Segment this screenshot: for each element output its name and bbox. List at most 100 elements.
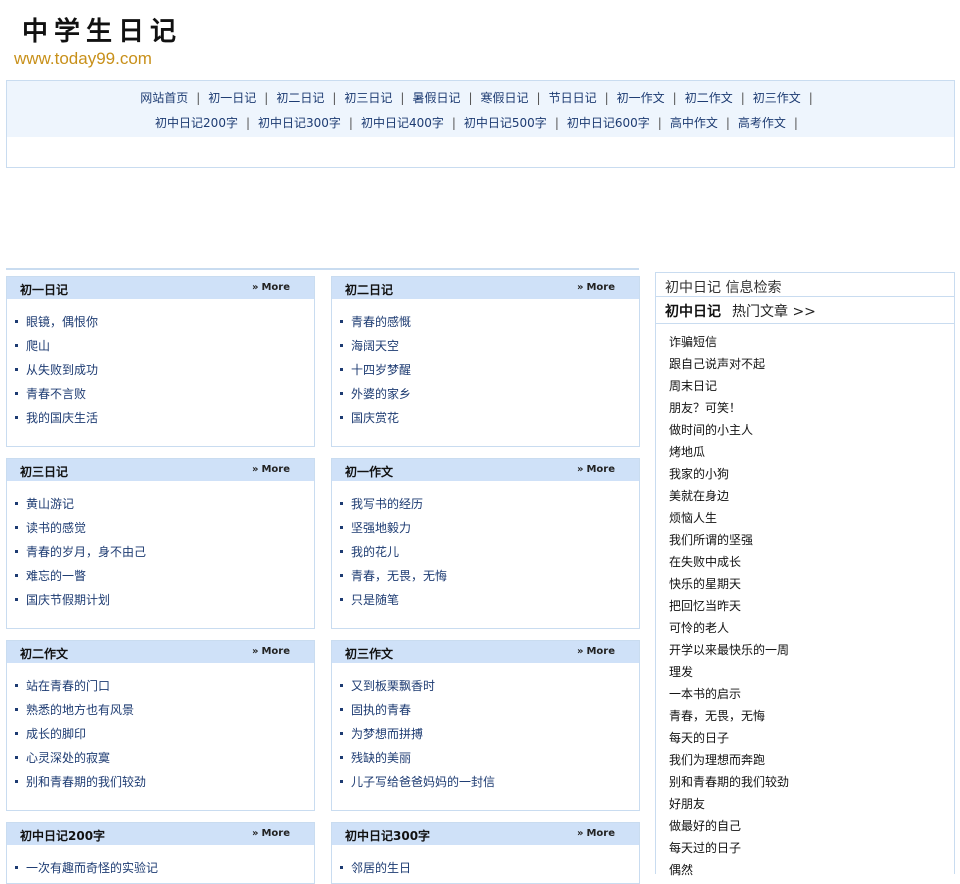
hot-article-link[interactable]: 我家的小狗 — [669, 467, 729, 481]
nav-link[interactable]: 初中日记200字 — [155, 116, 238, 130]
nav-link[interactable]: 初二日记 — [276, 91, 324, 105]
article-link[interactable]: 从失败到成功 — [26, 363, 98, 377]
hot-article-link[interactable]: 朋友？可笑！ — [669, 401, 741, 415]
article-link[interactable]: 别和青春期的我们较劲 — [26, 775, 146, 789]
more-link[interactable]: » More — [252, 282, 290, 293]
bullet-icon — [340, 708, 343, 711]
hot-article-link[interactable]: 跟自己说声对不起 — [669, 357, 765, 371]
nav-link[interactable]: 初一日记 — [208, 91, 256, 105]
article-link[interactable]: 青春不言败 — [26, 387, 86, 401]
article-link[interactable]: 青春，无畏，无悔 — [351, 569, 447, 583]
article-link[interactable]: 站在青春的门口 — [26, 679, 110, 693]
hot-article-link[interactable]: 每天的日子 — [669, 731, 729, 745]
section-title[interactable]: 初二日记 — [345, 281, 393, 298]
bullet-icon — [15, 416, 18, 419]
article-link[interactable]: 又到板栗飘香时 — [351, 679, 435, 693]
article-link[interactable]: 残缺的美丽 — [351, 751, 411, 765]
article-link[interactable]: 读书的感觉 — [26, 521, 86, 535]
article-link[interactable]: 青春的感慨 — [351, 315, 411, 329]
nav-link[interactable]: 初二作文 — [685, 91, 733, 105]
article-link[interactable]: 心灵深处的寂寞 — [26, 751, 110, 765]
hot-article-link[interactable]: 周末日记 — [669, 379, 717, 393]
more-link[interactable]: » More — [252, 828, 290, 839]
sidebar-list-item: 青春，无畏，无悔 — [669, 705, 954, 727]
nav-link[interactable]: 暑假日记 — [412, 91, 460, 105]
article-link[interactable]: 我的国庆生活 — [26, 411, 98, 425]
sidebar-list-item: 可怜的老人 — [669, 617, 954, 639]
nav-link[interactable]: 初中日记300字 — [258, 116, 341, 130]
article-link[interactable]: 国庆赏花 — [351, 411, 399, 425]
hot-article-link[interactable]: 诈骗短信 — [669, 335, 717, 349]
nav-link[interactable]: 初三日记 — [344, 91, 392, 105]
more-link[interactable]: » More — [577, 646, 615, 657]
more-link[interactable]: » More — [577, 282, 615, 293]
article-link[interactable]: 眼镜，偶恨你 — [26, 315, 98, 329]
article-link[interactable]: 海阔天空 — [351, 339, 399, 353]
article-link[interactable]: 黄山游记 — [26, 497, 74, 511]
article-link[interactable]: 为梦想而拼搏 — [351, 727, 423, 741]
nav-link[interactable]: 初中日记500字 — [464, 116, 547, 130]
bullet-icon — [340, 780, 343, 783]
site-logo[interactable]: 中学生日记 www.today99.com — [14, 14, 214, 70]
hot-article-link[interactable]: 可怜的老人 — [669, 621, 729, 635]
sidebar-hot-more[interactable]: 热门文章 >> — [732, 301, 816, 321]
article-link[interactable]: 青春的岁月，身不由己 — [26, 545, 146, 559]
nav-link[interactable]: 高考作文 — [738, 116, 786, 130]
hot-article-link[interactable]: 偶然 — [669, 863, 693, 877]
more-link[interactable]: » More — [577, 464, 615, 475]
article-link[interactable]: 十四岁梦醒 — [351, 363, 411, 377]
article-link[interactable]: 只是随笔 — [351, 593, 399, 607]
article-link[interactable]: 外婆的家乡 — [351, 387, 411, 401]
article-link[interactable]: 儿子写给爸爸妈妈的一封信 — [351, 775, 495, 789]
section-title[interactable]: 初三日记 — [20, 463, 68, 480]
article-link[interactable]: 难忘的一瞥 — [26, 569, 86, 583]
hot-article-link[interactable]: 别和青春期的我们较劲 — [669, 775, 789, 789]
nav-link[interactable]: 初三作文 — [753, 91, 801, 105]
article-link[interactable]: 成长的脚印 — [26, 727, 86, 741]
section-title[interactable]: 初二作文 — [20, 645, 68, 662]
article-link[interactable]: 国庆节假期计划 — [26, 593, 110, 607]
hot-article-link[interactable]: 理发 — [669, 665, 693, 679]
article-link[interactable]: 爬山 — [26, 339, 50, 353]
section-title[interactable]: 初一日记 — [20, 281, 68, 298]
bullet-icon — [15, 684, 18, 687]
hot-article-link[interactable]: 在失败中成长 — [669, 555, 741, 569]
hot-article-link[interactable]: 快乐的星期天 — [669, 577, 741, 591]
nav-link[interactable]: 高中作文 — [670, 116, 718, 130]
section-title[interactable]: 初一作文 — [345, 463, 393, 480]
article-link[interactable]: 坚强地毅力 — [351, 521, 411, 535]
nav-separator: | — [554, 116, 559, 130]
hot-article-link[interactable]: 做时间的小主人 — [669, 423, 753, 437]
article-link[interactable]: 我写书的经历 — [351, 497, 423, 511]
sidebar-list-item: 一本书的启示 — [669, 683, 954, 705]
nav-link[interactable]: 寒假日记 — [481, 91, 529, 105]
nav-link[interactable]: 初中日记400字 — [361, 116, 444, 130]
more-link[interactable]: » More — [252, 464, 290, 475]
nav-link[interactable]: 初一作文 — [617, 91, 665, 105]
more-link[interactable]: » More — [577, 828, 615, 839]
hot-article-link[interactable]: 烤地瓜 — [669, 445, 705, 459]
more-link[interactable]: » More — [252, 646, 290, 657]
section-title[interactable]: 初三作文 — [345, 645, 393, 662]
section-title[interactable]: 初中日记300字 — [345, 827, 430, 844]
hot-article-link[interactable]: 我们为理想而奔跑 — [669, 753, 765, 767]
hot-article-link[interactable]: 我们所谓的坚强 — [669, 533, 753, 547]
nav-link[interactable]: 节日日记 — [549, 91, 597, 105]
hot-article-link[interactable]: 青春，无畏，无悔 — [669, 709, 765, 723]
hot-article-link[interactable]: 好朋友 — [669, 797, 705, 811]
hot-article-link[interactable]: 美就在身边 — [669, 489, 729, 503]
article-link[interactable]: 熟悉的地方也有风景 — [26, 703, 134, 717]
hot-article-link[interactable]: 每天过的日子 — [669, 841, 741, 855]
hot-article-link[interactable]: 做最好的自己 — [669, 819, 741, 833]
hot-article-link[interactable]: 一本书的启示 — [669, 687, 741, 701]
nav-link[interactable]: 初中日记600字 — [567, 116, 650, 130]
hot-article-link[interactable]: 开学以来最快乐的一周 — [669, 643, 789, 657]
section-title[interactable]: 初中日记200字 — [20, 827, 105, 844]
hot-article-link[interactable]: 烦恼人生 — [669, 511, 717, 525]
section-list: 黄山游记读书的感觉青春的岁月，身不由己 难忘的一瞥国庆节假期计划 — [7, 481, 314, 612]
article-link[interactable]: 固执的青春 — [351, 703, 411, 717]
double-chevron-right-icon: » — [251, 646, 259, 657]
article-link[interactable]: 我的花儿 — [351, 545, 399, 559]
hot-article-link[interactable]: 把回忆当昨天 — [669, 599, 741, 613]
nav-link[interactable]: 网站首页 — [140, 91, 188, 105]
